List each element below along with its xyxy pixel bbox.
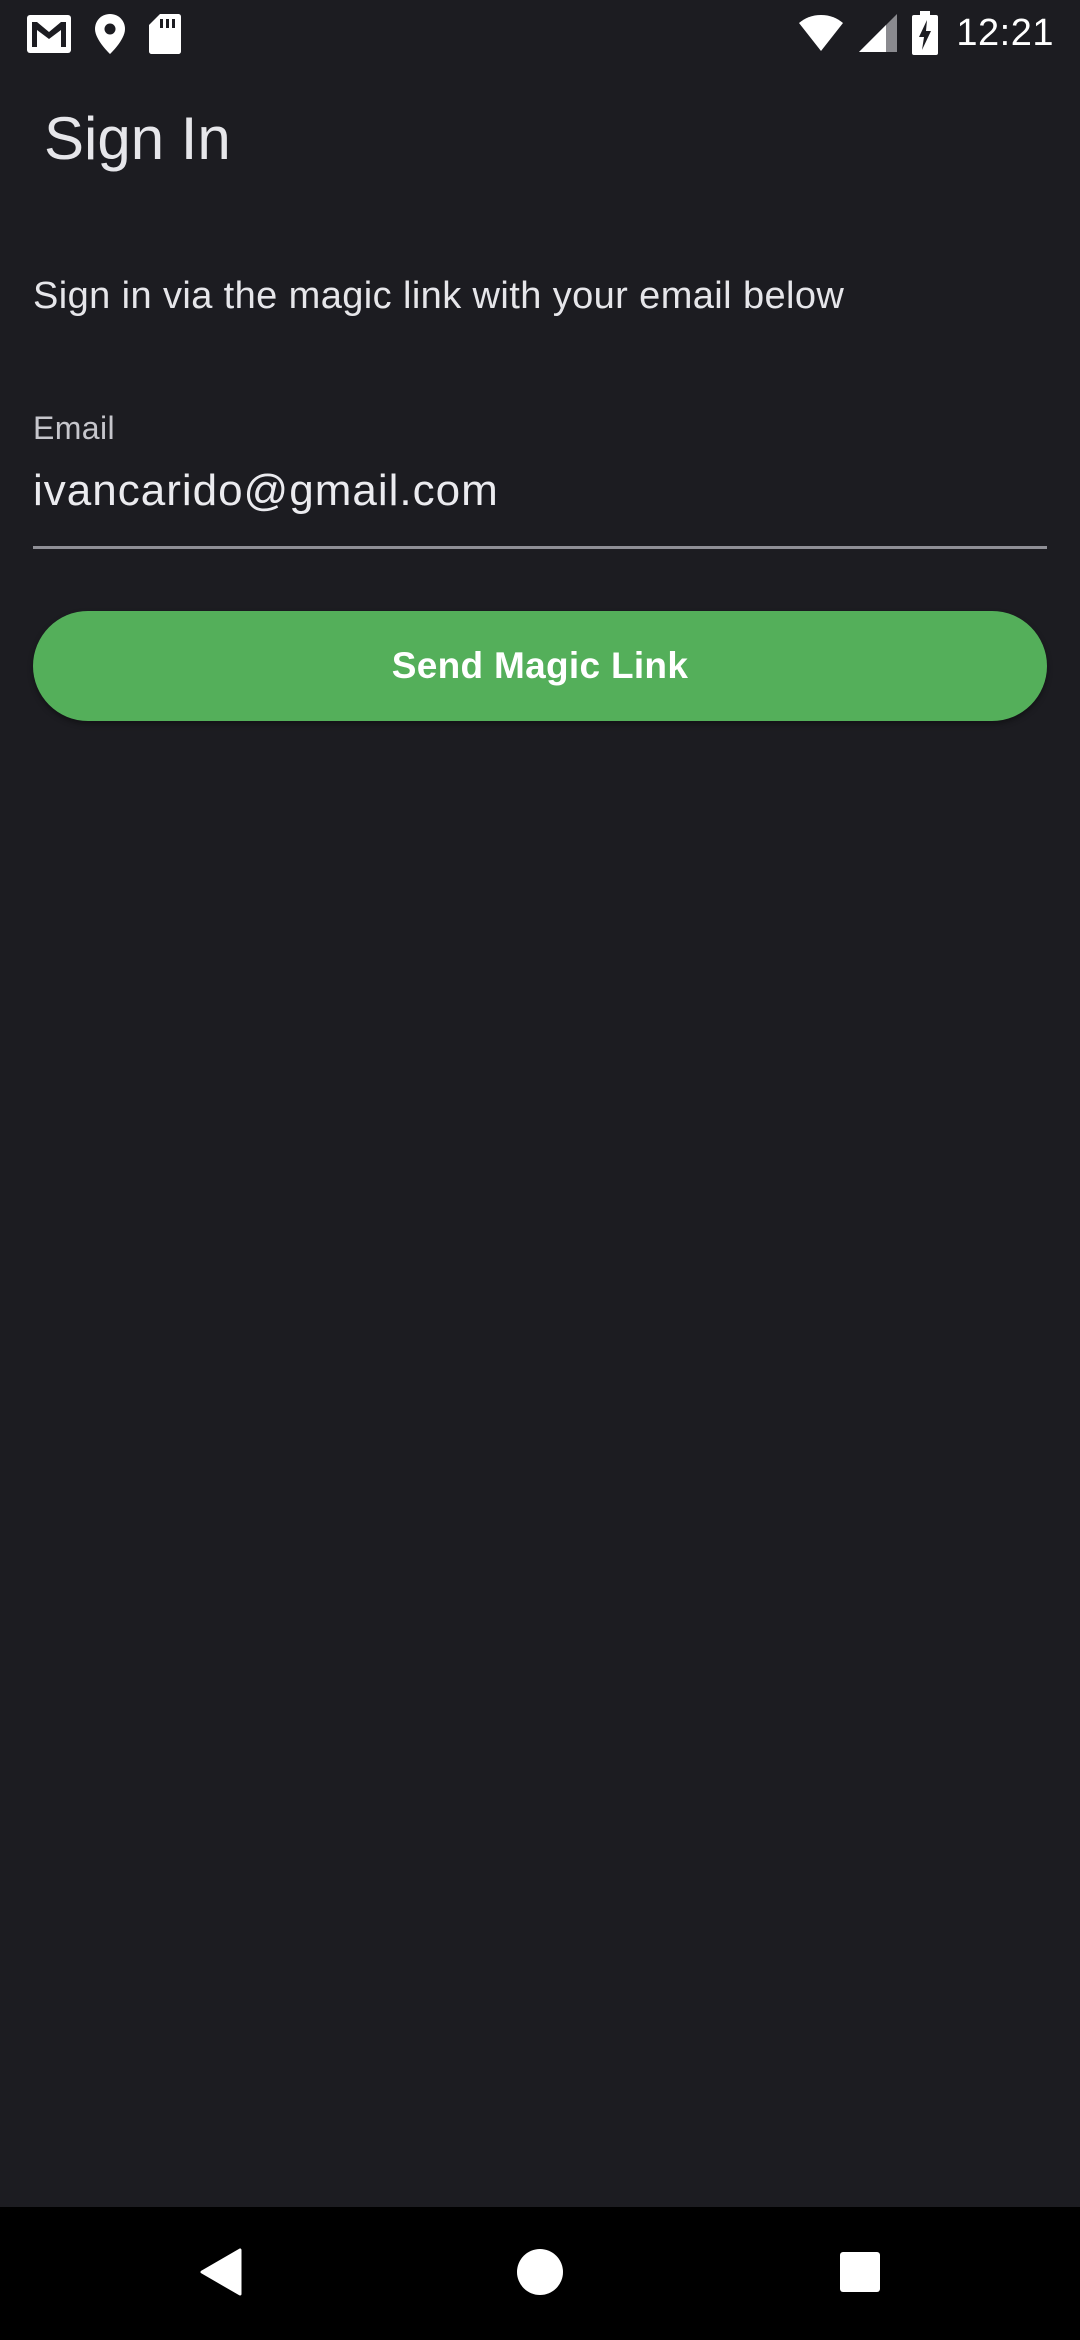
location-pin-icon — [94, 13, 126, 55]
gmail-icon — [26, 14, 72, 54]
notification-icons — [26, 12, 204, 56]
home-icon — [516, 2248, 564, 2301]
back-icon — [200, 2248, 242, 2301]
sign-in-screen: 12:21 Sign In Sign in via the magic link… — [0, 0, 1080, 2340]
email-label: Email — [33, 410, 116, 446]
recents-icon — [839, 2251, 881, 2298]
page-title: Sign In — [44, 105, 231, 172]
email-underline — [33, 546, 1047, 549]
status-time: 12:21 — [956, 11, 1054, 54]
recents-button[interactable] — [815, 2229, 905, 2319]
cell-signal-icon — [858, 13, 898, 53]
wifi-icon — [798, 14, 844, 52]
battery-charging-icon — [912, 11, 939, 55]
system-icons: 12:21 — [784, 10, 1054, 56]
sign-in-form: Sign in via the magic link with your ema… — [33, 260, 1047, 721]
app-bar: Sign In — [0, 66, 1080, 216]
email-input[interactable] — [33, 456, 1047, 526]
back-button[interactable] — [176, 2229, 266, 2319]
home-button[interactable] — [495, 2229, 585, 2319]
navigation-bar — [0, 2207, 1080, 2340]
email-field[interactable]: Email — [33, 406, 1047, 550]
instructions-text: Sign in via the magic link with your ema… — [33, 275, 845, 317]
send-magic-link-button[interactable]: Send Magic Link — [33, 611, 1047, 721]
status-bar: 12:21 — [0, 0, 1080, 66]
sd-card-icon — [148, 13, 182, 55]
